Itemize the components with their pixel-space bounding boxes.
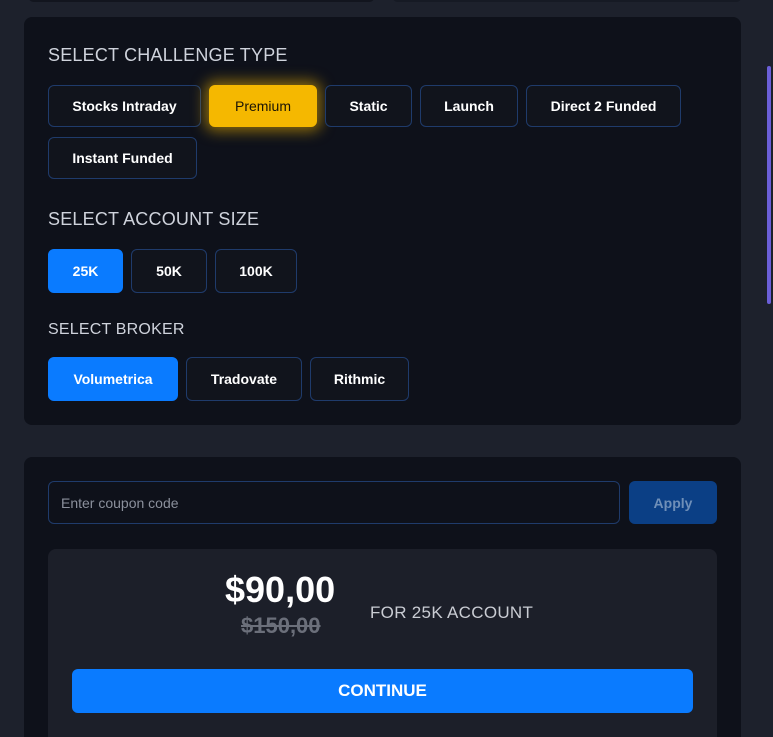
challenge-option-direct-2-funded[interactable]: Direct 2 Funded <box>526 85 681 127</box>
account-size-25k[interactable]: 25K <box>48 249 123 293</box>
discounted-price: $90,00 <box>225 569 336 610</box>
broker-title: SELECT BROKER <box>48 321 185 338</box>
account-size-title: SELECT ACCOUNT SIZE <box>48 209 260 229</box>
challenge-selection-card: SELECT CHALLENGE TYPE Stocks Intraday Pr… <box>24 17 741 425</box>
challenge-type-title: SELECT CHALLENGE TYPE <box>48 45 288 65</box>
challenge-option-launch[interactable]: Launch <box>420 85 518 127</box>
apply-coupon-button[interactable]: Apply <box>629 481 717 524</box>
challenge-option-premium[interactable]: Premium <box>209 85 317 127</box>
challenge-option-instant-funded[interactable]: Instant Funded <box>48 137 197 179</box>
top-panel-edge <box>392 0 742 2</box>
continue-button[interactable]: CONTINUE <box>72 669 693 713</box>
scrollbar-thumb[interactable] <box>767 66 771 304</box>
broker-option-volumetrica[interactable]: Volumetrica <box>48 357 178 401</box>
page: SELECT CHALLENGE TYPE Stocks Intraday Pr… <box>0 0 773 737</box>
account-size-50k[interactable]: 50K <box>131 249 207 293</box>
original-price: $150,00 <box>241 613 321 638</box>
coupon-code-input[interactable] <box>48 481 620 524</box>
top-panel-edge <box>28 0 375 2</box>
price-caption: FOR 25K ACCOUNT <box>370 603 534 622</box>
broker-option-rithmic[interactable]: Rithmic <box>310 357 409 401</box>
account-size-100k[interactable]: 100K <box>215 249 297 293</box>
challenge-option-stocks-intraday[interactable]: Stocks Intraday <box>48 85 201 127</box>
challenge-option-static[interactable]: Static <box>325 85 412 127</box>
broker-option-tradovate[interactable]: Tradovate <box>186 357 302 401</box>
price-summary-panel: $90,00 $150,00 FOR 25K ACCOUNT CONTINUE <box>48 549 717 737</box>
checkout-card: Apply $90,00 $150,00 FOR 25K ACCOUNT CON… <box>24 457 741 737</box>
